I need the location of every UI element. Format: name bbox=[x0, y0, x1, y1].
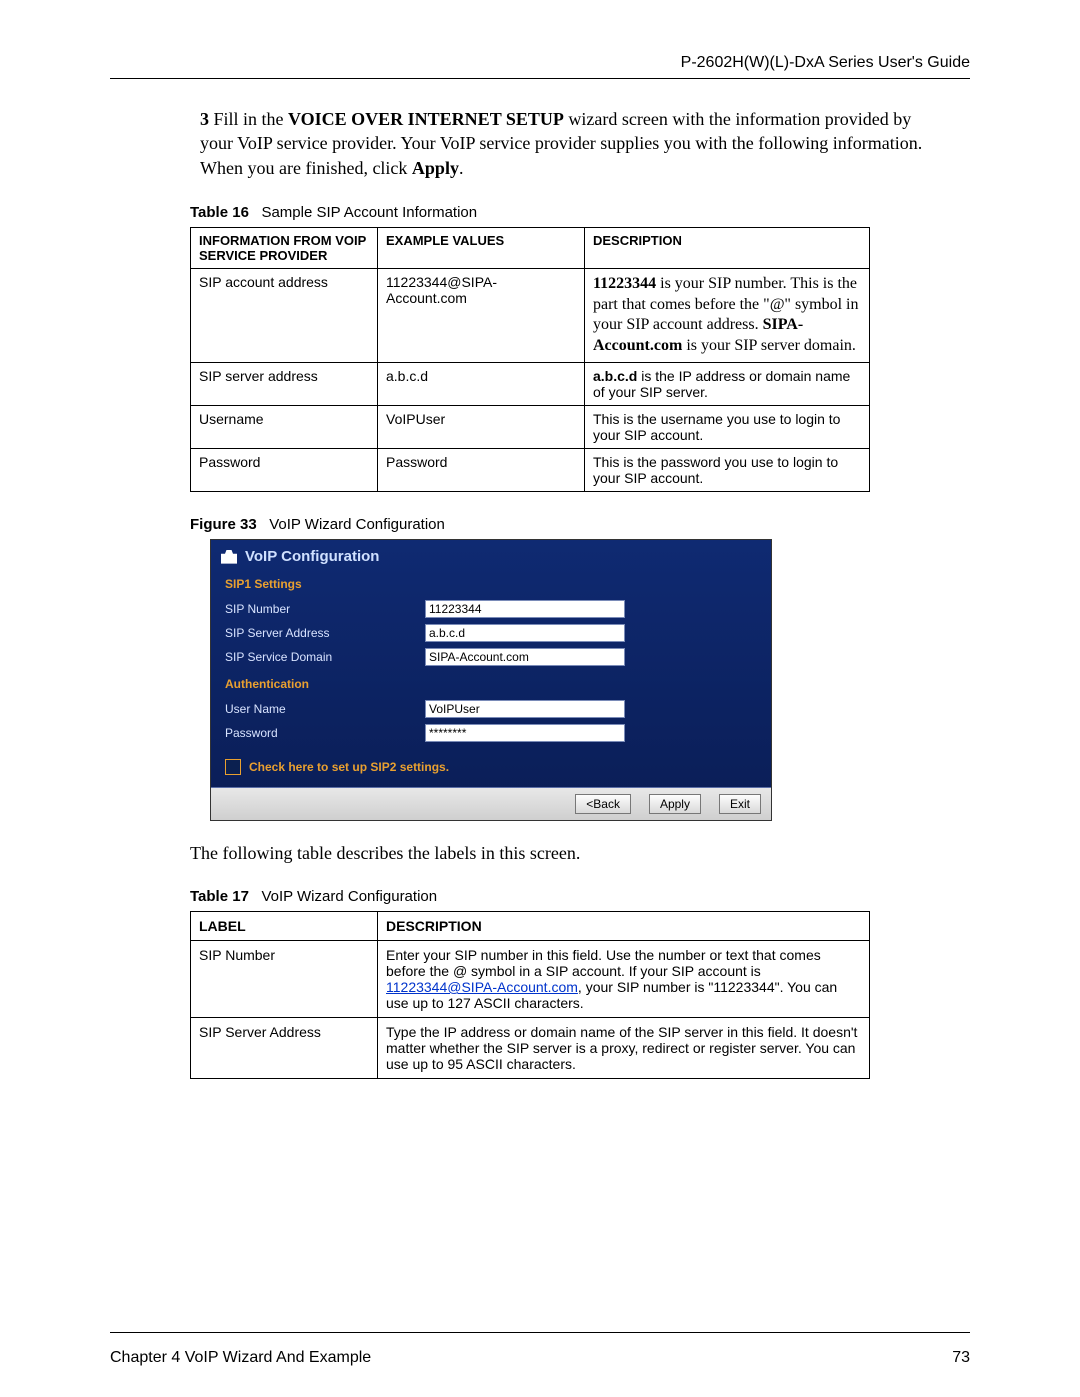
auth-section-label: Authentication bbox=[211, 669, 771, 697]
t16-r0-c1: SIP account address bbox=[191, 268, 378, 362]
voip-panel-title-row: VoIP Configuration bbox=[211, 540, 771, 569]
back-button[interactable]: <Back bbox=[575, 794, 631, 814]
t16-r0-at: @ bbox=[770, 296, 785, 313]
step-text-a: Fill in the bbox=[214, 109, 289, 129]
sip1-section-label: SIP1 Settings bbox=[211, 569, 771, 597]
t16-r1-c2: a.b.c.d bbox=[378, 363, 585, 406]
figure33-label: Figure 33 bbox=[190, 516, 257, 533]
apply-word: Apply bbox=[412, 158, 459, 178]
sip-server-row: SIP Server Address bbox=[211, 621, 771, 645]
table17-head-row: LABEL DESCRIPTION bbox=[191, 912, 870, 941]
table17: LABEL DESCRIPTION SIP Number Enter your … bbox=[190, 911, 870, 1079]
exit-button[interactable]: Exit bbox=[719, 794, 761, 814]
t16-r0-c: is your SIP server domain. bbox=[682, 337, 856, 354]
sip-number-row: SIP Number bbox=[211, 597, 771, 621]
table17-caption: Table 17 VoIP Wizard Configuration bbox=[190, 888, 970, 905]
t17-r0-c2: Enter your SIP number in this field. Use… bbox=[378, 941, 870, 1018]
sip2-check-row: Check here to set up SIP2 settings. bbox=[211, 745, 771, 788]
sip-server-label: SIP Server Address bbox=[225, 626, 425, 640]
page-footer: Chapter 4 VoIP Wizard And Example 73 bbox=[110, 1349, 970, 1367]
t16-r1-bold: a.b.c.d bbox=[593, 368, 637, 384]
t17-r0-c1: SIP Number bbox=[191, 941, 378, 1018]
table16-h3: DESCRIPTION bbox=[585, 227, 870, 268]
voip-panel-title: VoIP Configuration bbox=[245, 548, 379, 565]
sip-domain-row: SIP Service Domain bbox=[211, 645, 771, 669]
table-row: SIP server address a.b.c.d a.b.c.d is th… bbox=[191, 363, 870, 406]
sip-domain-label: SIP Service Domain bbox=[225, 650, 425, 664]
page-header: P-2602H(W)(L)-DxA Series User's Guide bbox=[110, 54, 970, 72]
password-input[interactable] bbox=[425, 724, 625, 742]
table16: INFORMATION FROM VOIP SERVICE PROVIDER E… bbox=[190, 227, 870, 492]
table-row: Username VoIPUser This is the username y… bbox=[191, 406, 870, 449]
sip2-check-label: Check here to set up SIP2 settings. bbox=[249, 760, 449, 774]
t17-h1: LABEL bbox=[191, 912, 378, 941]
t16-r0-c2: 11223344@SIPA-Account.com bbox=[378, 268, 585, 362]
username-input[interactable] bbox=[425, 700, 625, 718]
t17-r0-a: Enter your SIP number in this field. Use… bbox=[386, 947, 821, 979]
t16-r2-c3: This is the username you use to login to… bbox=[585, 406, 870, 449]
folder-icon bbox=[221, 550, 237, 564]
voip-button-bar: <Back Apply Exit bbox=[211, 788, 771, 820]
t17-r1-c2: Type the IP address or domain name of th… bbox=[378, 1018, 870, 1079]
sip-domain-input[interactable] bbox=[425, 648, 625, 666]
figure33-caption: Figure 33 VoIP Wizard Configuration bbox=[190, 516, 970, 533]
figure33-title: VoIP Wizard Configuration bbox=[269, 516, 445, 533]
t16-r2-c1: Username bbox=[191, 406, 378, 449]
sip-number-label: SIP Number bbox=[225, 602, 425, 616]
footer-page-number: 73 bbox=[952, 1349, 970, 1367]
password-row: Password bbox=[211, 721, 771, 745]
sip-server-input[interactable] bbox=[425, 624, 625, 642]
t16-r0-num: 11223344 bbox=[593, 275, 656, 292]
header-divider bbox=[110, 78, 970, 79]
table-row: SIP account address 11223344@SIPA-Accoun… bbox=[191, 268, 870, 362]
table-row: Password Password This is the password y… bbox=[191, 449, 870, 492]
apply-button[interactable]: Apply bbox=[649, 794, 701, 814]
t16-r1-c1: SIP server address bbox=[191, 363, 378, 406]
table-row: SIP Server Address Type the IP address o… bbox=[191, 1018, 870, 1079]
sip-number-input[interactable] bbox=[425, 600, 625, 618]
password-label: Password bbox=[225, 726, 425, 740]
t16-r2-c2: VoIPUser bbox=[378, 406, 585, 449]
footer-chapter: Chapter 4 VoIP Wizard And Example bbox=[110, 1349, 371, 1367]
t16-r3-c1: Password bbox=[191, 449, 378, 492]
username-label: User Name bbox=[225, 702, 425, 716]
sip2-checkbox[interactable] bbox=[225, 759, 241, 775]
table17-title: VoIP Wizard Configuration bbox=[261, 888, 437, 905]
table16-h1: INFORMATION FROM VOIP SERVICE PROVIDER bbox=[191, 227, 378, 268]
t17-r1-c1: SIP Server Address bbox=[191, 1018, 378, 1079]
voip-config-panel: VoIP Configuration SIP1 Settings SIP Num… bbox=[210, 539, 772, 821]
t16-r3-c3: This is the password you use to login to… bbox=[585, 449, 870, 492]
sip-account-link[interactable]: 11223344@SIPA-Account.com bbox=[386, 979, 578, 995]
step-3-text: 3 Fill in the VOICE OVER INTERNET SETUP … bbox=[200, 107, 940, 180]
wizard-name: VOICE OVER INTERNET SETUP bbox=[288, 109, 564, 129]
table16-head-row: INFORMATION FROM VOIP SERVICE PROVIDER E… bbox=[191, 227, 870, 268]
username-row: User Name bbox=[211, 697, 771, 721]
t16-r1-c3: a.b.c.d is the IP address or domain name… bbox=[585, 363, 870, 406]
t16-r3-c2: Password bbox=[378, 449, 585, 492]
t17-h2: DESCRIPTION bbox=[378, 912, 870, 941]
table17-intro: The following table describes the labels… bbox=[190, 843, 970, 864]
table16-caption: Table 16 Sample SIP Account Information bbox=[190, 204, 970, 221]
table16-label: Table 16 bbox=[190, 204, 249, 221]
page: P-2602H(W)(L)-DxA Series User's Guide 3 … bbox=[0, 0, 1080, 1397]
table16-title: Sample SIP Account Information bbox=[261, 204, 477, 221]
step-number: 3 bbox=[200, 109, 209, 129]
table16-h2: EXAMPLE VALUES bbox=[378, 227, 585, 268]
footer-divider bbox=[110, 1332, 970, 1333]
t16-r0-c3: 11223344 is your SIP number. This is the… bbox=[585, 268, 870, 362]
table17-label: Table 17 bbox=[190, 888, 249, 905]
step-text-c: . bbox=[459, 158, 464, 178]
table-row: SIP Number Enter your SIP number in this… bbox=[191, 941, 870, 1018]
